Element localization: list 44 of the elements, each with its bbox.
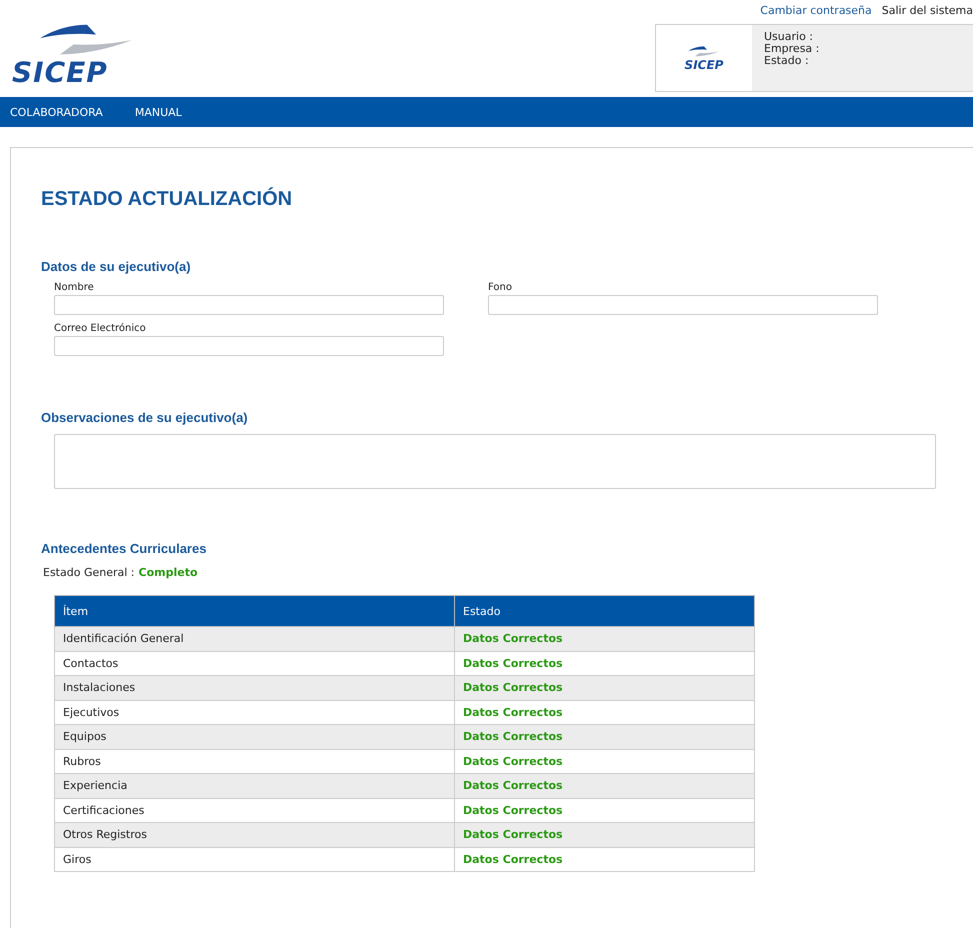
nav-item[interactable]: MANUAL — [134, 106, 182, 118]
table-cell: Datos Correctos — [454, 847, 754, 872]
table-cell: Identificación General — [54, 626, 454, 651]
user-info-label: Empresa : — [764, 43, 820, 55]
nav-item[interactable]: COLABORADORA — [10, 106, 103, 118]
user-info-label: Usuario : — [764, 31, 814, 43]
table-cell: Datos Correctos — [454, 676, 754, 700]
field-label: Fono — [488, 282, 513, 293]
column-header: Ítem — [54, 596, 454, 626]
table-cell: Giros — [54, 847, 454, 872]
logout-link[interactable]: Salir del sistema — [882, 4, 973, 20]
table-cell: Instalaciones — [54, 676, 454, 700]
observations-field[interactable] — [54, 434, 936, 489]
field-label: Nombre — [54, 282, 95, 293]
input-field[interactable] — [488, 295, 878, 315]
logo-text: SICEP — [684, 58, 724, 72]
user-info-label: Estado : — [764, 55, 809, 67]
field-label: Correo Electrónico — [54, 323, 147, 334]
general-status-value: Completo — [138, 566, 198, 579]
section-heading: Observaciones de su ejecutivo(a) — [41, 410, 249, 425]
general-status-label: Estado General : — [43, 566, 134, 579]
table-cell: Datos Correctos — [454, 651, 754, 676]
table-cell: Datos Correctos — [454, 724, 754, 749]
input-field[interactable] — [54, 295, 444, 315]
table-cell: Experiencia — [54, 774, 454, 798]
table-cell: Datos Correctos — [454, 798, 754, 822]
logo-text: SICEP — [12, 58, 108, 88]
table-cell: Ejecutivos — [54, 700, 454, 724]
input-field[interactable] — [54, 336, 444, 356]
table-cell: Datos Correctos — [454, 700, 754, 724]
change-password-link[interactable]: Cambiar contraseña — [760, 4, 872, 20]
column-header: Estado — [454, 596, 754, 626]
table-cell: Certificaciones — [54, 798, 454, 822]
section-heading: Antecedentes Curriculares — [41, 541, 208, 556]
table-cell: Datos Correctos — [454, 626, 754, 651]
page-title: ESTADO ACTUALIZACIÓN — [41, 188, 294, 211]
table-cell: Contactos — [54, 651, 454, 676]
table-cell: Datos Correctos — [454, 774, 754, 798]
table-cell: Datos Correctos — [454, 822, 754, 847]
table-cell: Rubros — [54, 749, 454, 774]
table-cell: Equipos — [54, 724, 454, 749]
table-cell: Otros Registros — [54, 822, 454, 847]
table-cell: Datos Correctos — [454, 749, 754, 774]
section-heading: Datos de su ejecutivo(a) — [41, 259, 192, 274]
